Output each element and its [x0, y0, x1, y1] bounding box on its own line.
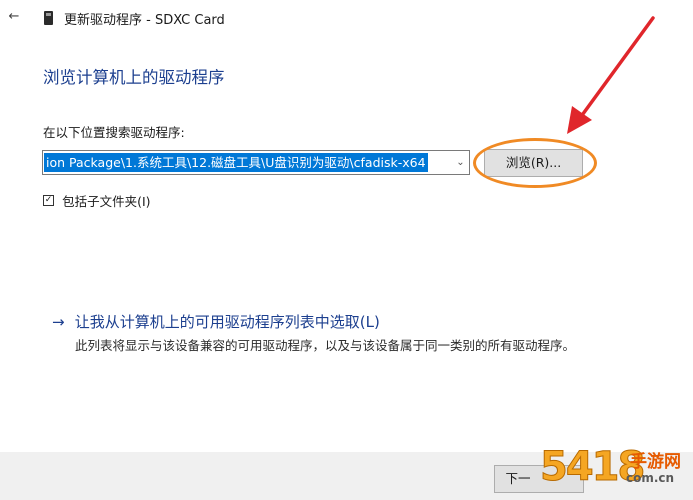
device-icon [44, 11, 53, 25]
include-subfolders-label: 包括子文件夹(I) [62, 194, 151, 209]
watermark-domain: com.cn [626, 471, 675, 485]
driver-path-input[interactable]: ion Package\1.系统工具\12.磁盘工具\U盘识别为驱动\cfadi… [44, 153, 428, 172]
pick-driver-list-description: 此列表将显示与该设备兼容的可用驱动程序，以及与该设备属于同一类别的所有驱动程序。 [75, 338, 576, 353]
watermark-name: 手游网 [630, 452, 681, 472]
highlight-ellipse [473, 138, 597, 188]
site-watermark-logo: 5418 手游网 com.cn [539, 443, 690, 498]
annotation-arrow [567, 16, 655, 134]
include-subfolders-checkbox[interactable]: ✓ [43, 195, 54, 206]
include-subfolders-row[interactable]: ✓ 包括子文件夹(I) [43, 190, 151, 209]
chevron-down-icon[interactable]: ⌄ [452, 151, 469, 174]
search-location-label: 在以下位置搜索驱动程序: [43, 125, 185, 140]
back-arrow-icon[interactable]: ← [6, 8, 22, 26]
page-heading: 浏览计算机上的驱动程序 [43, 68, 225, 87]
pick-driver-list-link[interactable]: → 让我从计算机上的可用驱动程序列表中选取(L) [52, 311, 380, 332]
driver-path-combobox[interactable]: ion Package\1.系统工具\12.磁盘工具\U盘识别为驱动\cfadi… [42, 150, 470, 175]
pick-driver-list-label[interactable]: 让我从计算机上的可用驱动程序列表中选取(L) [75, 313, 380, 331]
window-title: 更新驱动程序 - SDXC Card [64, 13, 225, 28]
right-arrow-icon: → [52, 313, 65, 331]
